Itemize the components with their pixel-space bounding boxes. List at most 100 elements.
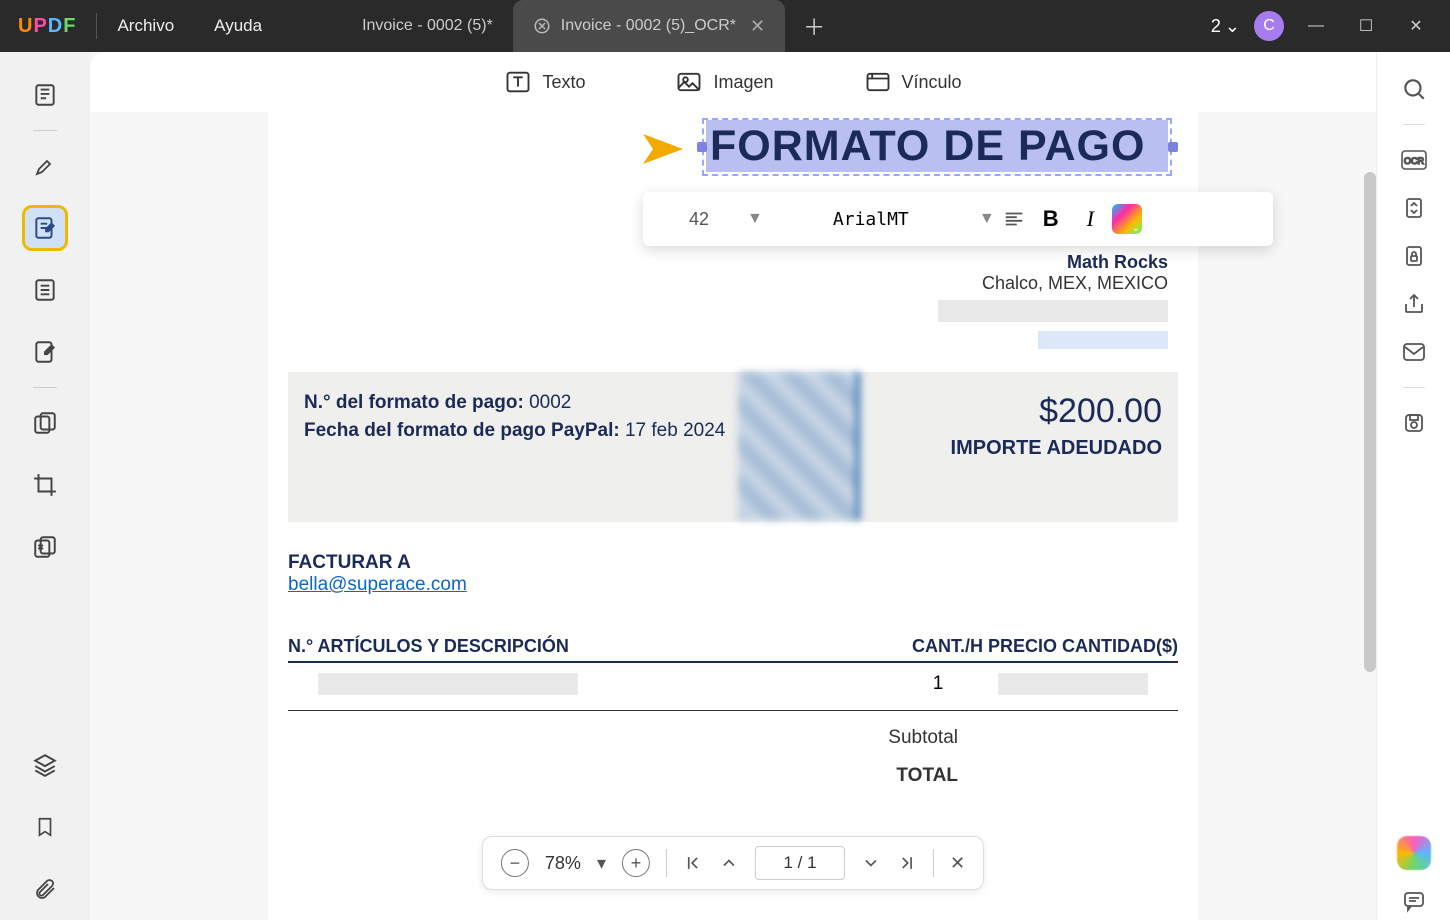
menu-help[interactable]: Ayuda xyxy=(214,16,262,36)
separator xyxy=(33,387,57,388)
highlight-tool[interactable] xyxy=(22,143,68,189)
document-tab-active[interactable]: Invoice - 0002 (5)_OCR* ✕ xyxy=(513,0,785,52)
italic-button[interactable]: I xyxy=(1077,206,1104,232)
align-left-button[interactable] xyxy=(1003,208,1025,230)
bill-to-block: FACTURAR A bella@superace.com xyxy=(288,552,1178,596)
items-table-header: N.° ARTÍCULOS Y DESCRIPCIÓN CANT./H PREC… xyxy=(288,636,1178,663)
new-tab-button[interactable]: ＋ xyxy=(785,10,843,42)
bill-to-label: FACTURAR A xyxy=(288,552,1178,574)
first-page-button[interactable] xyxy=(683,853,703,873)
document-tab[interactable]: Invoice - 0002 (5)* xyxy=(342,0,513,52)
app-logo: UPDF xyxy=(18,15,76,38)
left-sidebar xyxy=(0,52,90,920)
sign-tool[interactable] xyxy=(22,329,68,375)
link-icon xyxy=(864,68,892,96)
image-icon xyxy=(675,68,703,96)
table-row: 1 xyxy=(288,663,1178,711)
font-family-dropdown-icon[interactable]: ▼ xyxy=(979,210,995,228)
compress-tool[interactable] xyxy=(22,524,68,570)
zoom-value[interactable]: 78% xyxy=(545,853,581,874)
bill-to-email[interactable]: bella@superace.com xyxy=(288,574,467,595)
close-controls-button[interactable]: ✕ xyxy=(950,853,965,874)
col-description: N.° ARTÍCULOS Y DESCRIPCIÓN xyxy=(288,636,818,657)
right-sidebar: OCR xyxy=(1376,52,1450,920)
layers-tool[interactable] xyxy=(22,742,68,788)
tool-label: Texto xyxy=(542,72,585,93)
window-close-icon[interactable]: ✕ xyxy=(1398,16,1434,36)
window-maximize-icon[interactable]: ☐ xyxy=(1348,16,1384,36)
document-canvas[interactable]: FORMATO DE PAGO 42 ▼ ArialMT ▼ B I ⌄ xyxy=(90,112,1376,920)
text-tool[interactable]: Texto xyxy=(504,68,585,96)
chevron-down-icon: ⌄ xyxy=(1132,223,1140,234)
main-content: Texto Imagen Vínculo FORMATO DE PAGO xyxy=(90,52,1376,920)
tab-close-icon[interactable]: ✕ xyxy=(750,16,765,37)
share-button[interactable] xyxy=(1395,285,1433,323)
ocr-button[interactable]: OCR xyxy=(1395,141,1433,179)
tab-strip: Invoice - 0002 (5)* Invoice - 0002 (5)_O… xyxy=(342,0,1211,52)
separator xyxy=(1403,387,1425,388)
col-amounts: CANT./H PRECIO CANTIDAD($) xyxy=(818,636,1178,657)
bold-button[interactable]: B xyxy=(1033,206,1069,232)
image-tool[interactable]: Imagen xyxy=(675,68,773,96)
separator xyxy=(33,130,57,131)
edit-icon xyxy=(533,17,551,35)
page-indicator[interactable]: 1 / 1 xyxy=(755,846,845,880)
svg-text:OCR: OCR xyxy=(1404,156,1425,166)
resize-handle-right[interactable] xyxy=(1168,142,1178,152)
convert-button[interactable] xyxy=(1395,189,1433,227)
search-icon xyxy=(1401,76,1427,102)
ocr-icon: OCR xyxy=(1400,148,1428,172)
titlebar-right: 2 ⌄ C — ☐ ✕ xyxy=(1211,11,1434,41)
resize-handle-left[interactable] xyxy=(697,142,707,152)
redacted-text xyxy=(938,300,1168,322)
prev-page-button[interactable] xyxy=(719,853,739,873)
save-icon xyxy=(1402,411,1426,435)
redacted-text xyxy=(998,673,1148,695)
user-avatar[interactable]: C xyxy=(1254,11,1284,41)
chevron-down-icon: ⌄ xyxy=(1225,16,1240,37)
invoice-date-line: Fecha del formato de pago PayPal: 17 feb… xyxy=(304,420,733,442)
attachment-tool[interactable] xyxy=(22,866,68,912)
subtotal-label: Subtotal xyxy=(288,727,1178,749)
window-minimize-icon[interactable]: — xyxy=(1298,17,1334,35)
reader-tool[interactable] xyxy=(22,72,68,118)
selected-heading[interactable]: FORMATO DE PAGO xyxy=(706,120,1168,172)
titlebar: UPDF Archivo Ayuda Invoice - 0002 (5)* I… xyxy=(0,0,1450,52)
font-color-button[interactable]: ⌄ xyxy=(1112,204,1142,234)
save-button[interactable] xyxy=(1395,404,1433,442)
organize-tool[interactable] xyxy=(22,400,68,446)
pdf-page: FORMATO DE PAGO 42 ▼ ArialMT ▼ B I ⌄ xyxy=(268,112,1198,920)
font-family-value[interactable]: ArialMT xyxy=(771,209,971,230)
form-tool[interactable] xyxy=(22,267,68,313)
tab-count[interactable]: 2 ⌄ xyxy=(1211,16,1240,37)
next-page-button[interactable] xyxy=(861,853,881,873)
link-tool[interactable]: Vínculo xyxy=(864,68,962,96)
font-size-dropdown-icon[interactable]: ▼ xyxy=(747,210,763,228)
last-page-button[interactable] xyxy=(897,853,917,873)
crop-tool[interactable] xyxy=(22,462,68,508)
ai-assistant-button[interactable] xyxy=(1395,834,1433,872)
separator xyxy=(1403,124,1425,125)
edit-tool[interactable] xyxy=(22,205,68,251)
tool-label: Vínculo xyxy=(902,72,962,93)
email-button[interactable] xyxy=(1395,333,1433,371)
annotation-arrow xyxy=(558,124,688,174)
lock-icon xyxy=(1402,243,1426,269)
menu-file[interactable]: Archivo xyxy=(117,16,174,36)
zoom-dropdown-icon[interactable]: ▾ xyxy=(597,853,606,874)
redacted-text xyxy=(1038,331,1168,349)
separator xyxy=(933,849,934,877)
company-address: Chalco, MEX, MEXICO xyxy=(288,273,1168,294)
protect-button[interactable] xyxy=(1395,237,1433,275)
comments-button[interactable] xyxy=(1395,882,1433,920)
search-button[interactable] xyxy=(1395,70,1433,108)
share-icon xyxy=(1402,292,1426,316)
redacted-text xyxy=(318,673,578,695)
font-size-value[interactable]: 42 xyxy=(659,202,739,236)
zoom-out-button[interactable]: − xyxy=(501,849,529,877)
bookmark-tool[interactable] xyxy=(22,804,68,850)
separator xyxy=(96,13,97,39)
vertical-scrollbar[interactable] xyxy=(1364,172,1376,672)
zoom-in-button[interactable]: + xyxy=(622,849,650,877)
text-format-toolbar: 42 ▼ ArialMT ▼ B I ⌄ xyxy=(643,192,1273,246)
